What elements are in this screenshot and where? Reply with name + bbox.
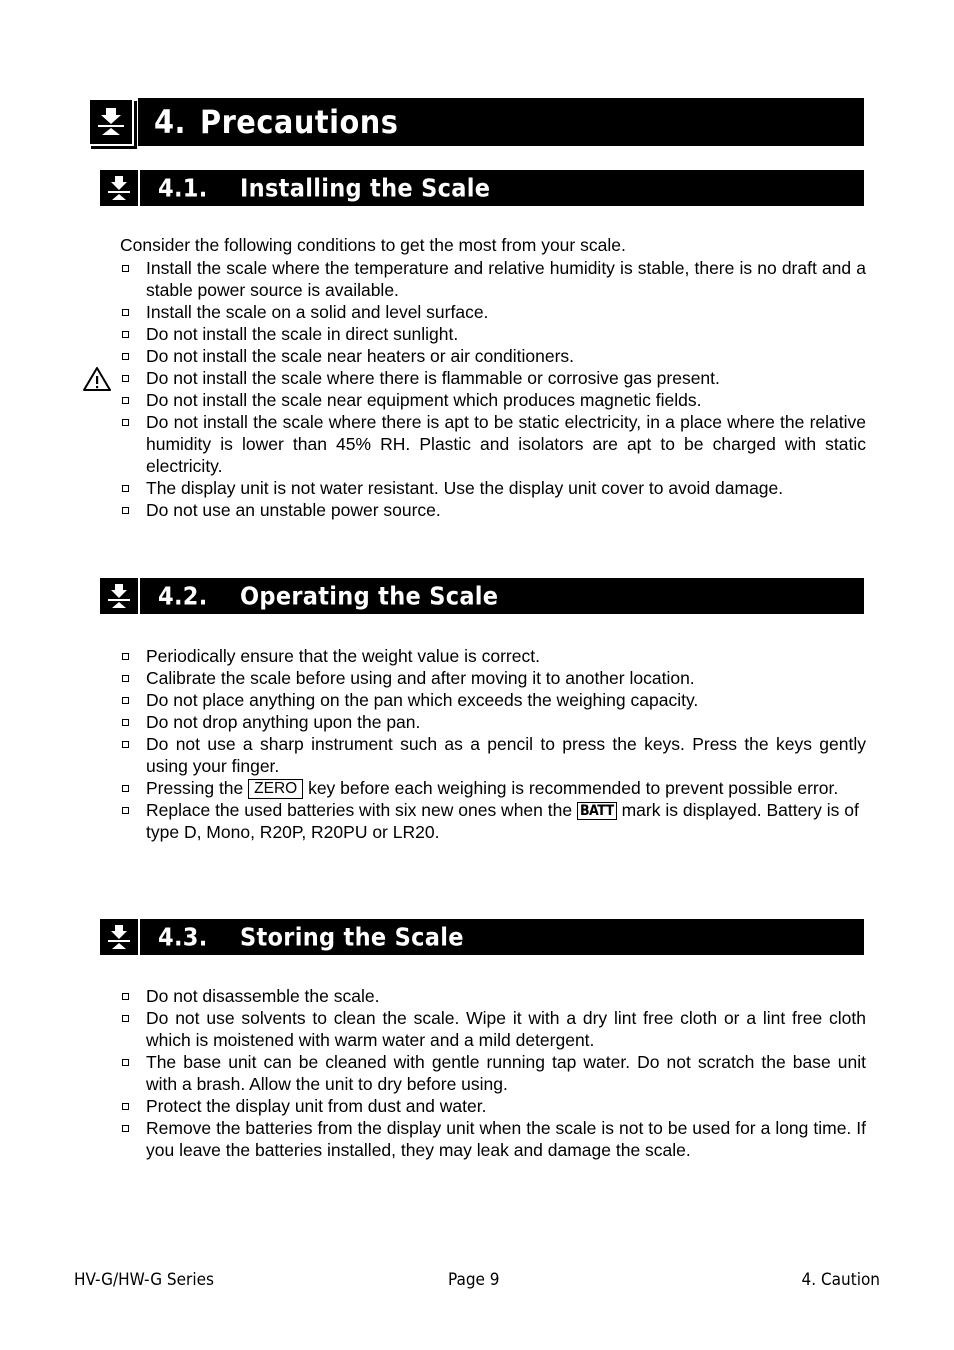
list-item: Install the scale on a solid and level s… — [120, 301, 866, 323]
zero-bullet-before: Pressing the — [146, 778, 249, 798]
list-item: Do not drop anything upon the pan. — [120, 711, 866, 733]
list-item: Do not install the scale where there is … — [120, 411, 866, 477]
scale-weighing-icon — [100, 170, 138, 206]
section-title-4-1: Installing the Scale — [240, 173, 491, 203]
section-number-4-3: 4.3. — [158, 922, 208, 952]
scale-weighing-pictogram — [108, 925, 130, 949]
list-item: Remove the batteries from the display un… — [120, 1117, 866, 1161]
list-item-zero-key: Pressing the ZERO key before each weighi… — [120, 777, 866, 799]
list-item: The base unit can be cleaned with gentle… — [120, 1051, 866, 1095]
section-title-4-3: Storing the Scale — [240, 922, 464, 952]
section-title-4-2: Operating the Scale — [240, 581, 499, 611]
chapter-heading: 4. Precautions — [88, 98, 864, 146]
zero-bullet-after: key before each weighing is recommended … — [303, 778, 839, 798]
list-item: Calibrate the scale before using and aft… — [120, 667, 866, 689]
section-number-4-2: 4.2. — [158, 581, 208, 611]
list-item: Do not install the scale where there is … — [120, 367, 866, 389]
list-item: Protect the display unit from dust and w… — [120, 1095, 866, 1117]
section-heading-4-1: 4.1. Installing the Scale — [100, 170, 864, 206]
warning-triangle-icon — [82, 366, 112, 392]
list-item: Do not install the scale in direct sunli… — [120, 323, 866, 345]
list-item: Do not use an unstable power source. — [120, 499, 866, 521]
scale-weighing-pictogram — [98, 108, 124, 136]
scale-weighing-pictogram — [108, 176, 130, 200]
section-4-1-bullet-list: Install the scale where the temperature … — [120, 257, 866, 521]
scale-weighing-icon — [100, 578, 138, 614]
batt-mark-label: BATT — [576, 802, 617, 820]
list-item: Do not place anything on the pan which e… — [120, 689, 866, 711]
section-4-1-intro: Consider the following conditions to get… — [120, 235, 626, 255]
section-heading-4-2: 4.2. Operating the Scale — [100, 578, 864, 614]
list-item: Do not install the scale near equipment … — [120, 389, 866, 411]
chapter-heading-title: Precautions — [200, 103, 399, 141]
scale-weighing-icon — [88, 98, 134, 146]
list-item: Do not use a sharp instrument such as a … — [120, 733, 866, 777]
section-number-4-1: 4.1. — [158, 173, 208, 203]
footer-series-name: HV-G/HW-G Series — [74, 1270, 214, 1290]
list-item: Do not disassemble the scale. — [120, 985, 866, 1007]
list-item: The display unit is not water resistant.… — [120, 477, 866, 499]
list-item-batt-mark: Replace the used batteries with six new … — [120, 799, 866, 843]
batt-bullet-before: Replace the used batteries with six new … — [146, 800, 577, 820]
list-item: Periodically ensure that the weight valu… — [120, 645, 866, 667]
footer-page-number: Page 9 — [448, 1270, 500, 1290]
section-4-3-bullet-list: Do not disassemble the scale. Do not use… — [120, 985, 866, 1161]
chapter-heading-number: 4. — [154, 103, 186, 141]
document-page: 4. Precautions 4.1. Installing the Scale… — [0, 0, 954, 1350]
section-heading-4-3: 4.3. Storing the Scale — [100, 919, 864, 955]
zero-key-label: ZERO — [248, 779, 304, 799]
list-item: Do not use solvents to clean the scale. … — [120, 1007, 866, 1051]
list-item: Do not install the scale near heaters or… — [120, 345, 866, 367]
scale-weighing-pictogram — [108, 584, 130, 608]
page-footer: HV-G/HW-G Series Page 9 4. Caution — [74, 1270, 880, 1294]
scale-weighing-icon — [100, 919, 138, 955]
section-4-2-bullet-list: Periodically ensure that the weight valu… — [120, 645, 866, 843]
footer-chapter-name: 4. Caution — [801, 1270, 880, 1290]
list-item: Install the scale where the temperature … — [120, 257, 866, 301]
